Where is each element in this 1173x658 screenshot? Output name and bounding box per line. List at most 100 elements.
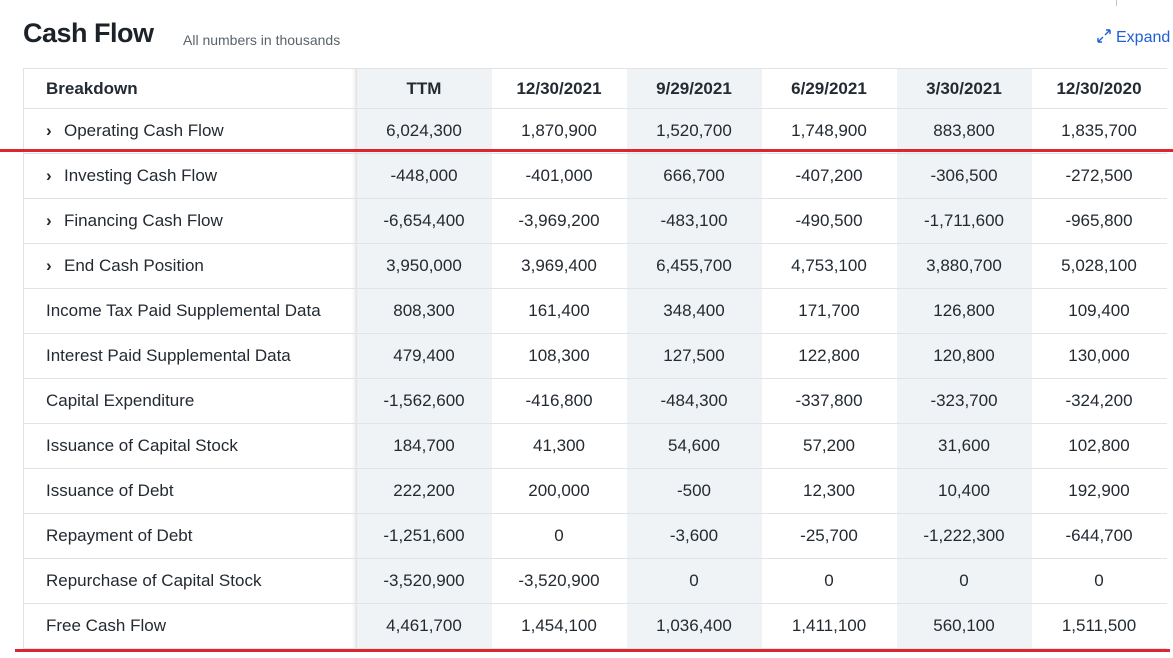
row-label-cell: Income Tax Paid Supplemental Data [23, 288, 357, 334]
value-cell: 1,411,100 [761, 603, 897, 649]
value-cell: 883,800 [896, 108, 1032, 154]
expand-label: Expand [1116, 29, 1171, 46]
value-cell: -416,800 [491, 378, 627, 424]
value-cell: 192,900 [1031, 468, 1167, 514]
value-cell: 348,400 [626, 288, 762, 334]
row-label-cell: Issuance of Debt [23, 468, 357, 514]
value-cell: -1,711,600 [896, 198, 1032, 244]
value-cell: 130,000 [1031, 333, 1167, 379]
value-cell: 12,300 [761, 468, 897, 514]
column-header-period: 6/29/2021 [761, 68, 897, 109]
value-cell: -401,000 [491, 153, 627, 199]
divider [1116, 0, 1117, 6]
table-row: Income Tax Paid Supplemental Data 808,300… [23, 288, 1167, 334]
row-label: Operating Cash Flow [64, 121, 224, 140]
row-label: Repayment of Debt [46, 526, 193, 545]
value-cell: -1,222,300 [896, 513, 1032, 559]
highlight-underline [15, 649, 1170, 652]
row-label: Issuance of Debt [46, 481, 174, 500]
value-cell: 4,461,700 [356, 603, 492, 649]
column-header-breakdown: Breakdown [23, 68, 357, 109]
row-label-cell[interactable]: › End Cash Position [23, 243, 357, 289]
chevron-right-icon[interactable]: › [46, 166, 62, 186]
row-label: Issuance of Capital Stock [46, 436, 238, 455]
value-cell: 0 [896, 558, 1032, 604]
value-cell: -3,520,900 [491, 558, 627, 604]
table-row[interactable]: › Investing Cash Flow -448,000 -401,000 666,… [23, 153, 1167, 199]
value-cell: 0 [491, 513, 627, 559]
value-cell: 0 [1031, 558, 1167, 604]
chevron-right-icon[interactable]: › [46, 121, 62, 141]
table-row[interactable]: › Financing Cash Flow -6,654,400 -3,969,200… [23, 198, 1167, 244]
row-label: Repurchase of Capital Stock [46, 571, 262, 590]
value-cell: -490,500 [761, 198, 897, 244]
expand-button[interactable]: Expand [1096, 28, 1170, 47]
row-label: Income Tax Paid Supplemental Data [46, 301, 321, 320]
value-cell: -25,700 [761, 513, 897, 559]
value-cell: -306,500 [896, 153, 1032, 199]
table-header-row: Breakdown TTM 12/30/2021 9/29/2021 6/29/2021… [23, 68, 1167, 109]
table-row: Free Cash Flow 4,461,700 1,454,100 1,036,40… [23, 603, 1167, 649]
units-note: All numbers in thousands [183, 32, 341, 48]
value-cell: 161,400 [491, 288, 627, 334]
value-cell: 6,024,300 [356, 108, 492, 154]
value-cell: 122,800 [761, 333, 897, 379]
row-label: Investing Cash Flow [64, 166, 218, 185]
value-cell: 3,880,700 [896, 243, 1032, 289]
row-label-cell[interactable]: › Investing Cash Flow [23, 153, 357, 199]
value-cell: -272,500 [1031, 153, 1167, 199]
row-label: Capital Expenditure [46, 391, 195, 410]
row-label: End Cash Position [64, 256, 204, 275]
chevron-right-icon[interactable]: › [46, 211, 62, 231]
value-cell: -407,200 [761, 153, 897, 199]
table-row: Repurchase of Capital Stock -3,520,900 -3,… [23, 558, 1167, 604]
value-cell: -500 [626, 468, 762, 514]
table-row: Issuance of Capital Stock 184,700 41,300 54… [23, 423, 1167, 469]
value-cell: -337,800 [761, 378, 897, 424]
value-cell: 1,748,900 [761, 108, 897, 154]
row-label-cell: Repurchase of Capital Stock [23, 558, 357, 604]
value-cell: 222,200 [356, 468, 492, 514]
row-label-cell[interactable]: › Operating Cash Flow [23, 108, 357, 154]
row-label-cell: Interest Paid Supplemental Data [23, 333, 357, 379]
value-cell: 31,600 [896, 423, 1032, 469]
value-cell: -448,000 [356, 153, 492, 199]
highlight-underline [0, 149, 1173, 152]
value-cell: -6,654,400 [356, 198, 492, 244]
column-header-period: 3/30/2021 [896, 68, 1032, 109]
value-cell: 127,500 [626, 333, 762, 379]
value-cell: 1,835,700 [1031, 108, 1167, 154]
value-cell: 1,454,100 [491, 603, 627, 649]
value-cell: 560,100 [896, 603, 1032, 649]
row-label-cell[interactable]: › Financing Cash Flow [23, 198, 357, 244]
value-cell: 0 [626, 558, 762, 604]
value-cell: 200,000 [491, 468, 627, 514]
value-cell: 109,400 [1031, 288, 1167, 334]
value-cell: -483,100 [626, 198, 762, 244]
table-row[interactable]: › End Cash Position 3,950,000 3,969,400 6,45… [23, 243, 1167, 289]
expand-arrows-icon [1097, 29, 1111, 43]
row-label-cell: Issuance of Capital Stock [23, 423, 357, 469]
value-cell: 120,800 [896, 333, 1032, 379]
value-cell: 808,300 [356, 288, 492, 334]
value-cell: 126,800 [896, 288, 1032, 334]
value-cell: 3,950,000 [356, 243, 492, 289]
row-label-cell: Capital Expenditure [23, 378, 357, 424]
row-label: Interest Paid Supplemental Data [46, 346, 291, 365]
value-cell: -1,251,600 [356, 513, 492, 559]
value-cell: 3,969,400 [491, 243, 627, 289]
column-header-period: 12/30/2020 [1031, 68, 1167, 109]
chevron-right-icon[interactable]: › [46, 256, 62, 276]
value-cell: 108,300 [491, 333, 627, 379]
value-cell: 54,600 [626, 423, 762, 469]
value-cell: 1,520,700 [626, 108, 762, 154]
value-cell: 1,036,400 [626, 603, 762, 649]
value-cell: -3,969,200 [491, 198, 627, 244]
value-cell: 1,870,900 [491, 108, 627, 154]
column-header-period: 9/29/2021 [626, 68, 762, 109]
column-header-period: TTM [356, 68, 492, 109]
table-row[interactable]: › Operating Cash Flow 6,024,300 1,870,900 1,… [23, 108, 1167, 154]
row-label-cell: Repayment of Debt [23, 513, 357, 559]
value-cell: 1,511,500 [1031, 603, 1167, 649]
value-cell: 102,800 [1031, 423, 1167, 469]
